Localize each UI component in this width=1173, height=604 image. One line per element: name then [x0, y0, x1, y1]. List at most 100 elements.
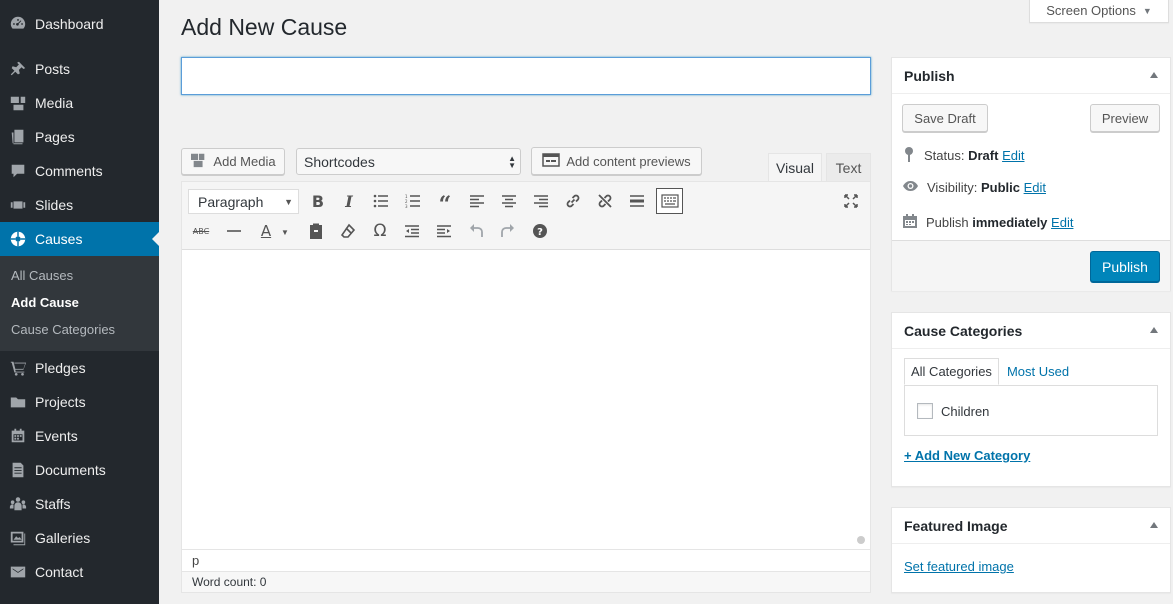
- publish-label: Publish: [926, 215, 969, 230]
- categories-box-header[interactable]: Cause Categories: [892, 313, 1170, 349]
- menu-item-posts[interactable]: Posts: [0, 52, 159, 86]
- menu-item-dashboard[interactable]: Dashboard: [0, 7, 159, 41]
- paste-text-icon[interactable]: [304, 219, 328, 243]
- align-center-icon[interactable]: [497, 189, 521, 213]
- resize-handle[interactable]: [857, 536, 865, 544]
- preview-window-icon: [542, 152, 561, 170]
- menu-label: Pledges: [35, 360, 86, 376]
- featured-image-header[interactable]: Featured Image: [892, 508, 1170, 544]
- pin-icon: [8, 59, 28, 79]
- special-character-icon[interactable]: Ω: [368, 219, 392, 243]
- svg-text:?: ?: [537, 227, 543, 238]
- svg-text:3: 3: [405, 204, 408, 208]
- save-draft-button[interactable]: Save Draft: [902, 104, 988, 132]
- bold-icon[interactable]: B: [306, 189, 330, 213]
- editor-content-area[interactable]: [182, 250, 870, 549]
- submenu-all-causes[interactable]: All Causes: [0, 262, 159, 289]
- pin-icon: [902, 146, 916, 165]
- publish-box-header[interactable]: Publish: [892, 58, 1170, 94]
- format-select[interactable]: Paragraph ▼: [188, 189, 299, 214]
- menu-item-pages[interactable]: Pages: [0, 120, 159, 154]
- read-more-icon[interactable]: [625, 189, 649, 213]
- menu-item-slides[interactable]: Slides: [0, 188, 159, 222]
- add-new-category-link[interactable]: + Add New Category: [904, 448, 1030, 463]
- menu-item-projects[interactable]: Projects: [0, 385, 159, 419]
- menu-item-comments[interactable]: Comments: [0, 154, 159, 188]
- menu-item-causes[interactable]: Causes: [0, 222, 159, 256]
- menu-label: Comments: [35, 163, 103, 179]
- collapse-arrow-icon[interactable]: [1150, 522, 1158, 528]
- category-label: Children: [941, 403, 990, 419]
- menu-item-staffs[interactable]: Staffs: [0, 487, 159, 521]
- tab-text[interactable]: Text: [826, 153, 871, 181]
- add-media-button[interactable]: Add Media: [181, 148, 285, 175]
- tab-all-categories[interactable]: All Categories: [904, 358, 999, 385]
- menu-label: Posts: [35, 61, 71, 77]
- outdent-icon[interactable]: [400, 219, 424, 243]
- word-count: Word count: 0: [182, 571, 870, 592]
- cart-icon: [8, 358, 28, 378]
- media-icon: [8, 93, 28, 113]
- schedule-row: Publish immediately Edit: [902, 213, 1073, 232]
- category-tabs: All Categories Most Used: [904, 358, 1075, 385]
- edit-schedule-link[interactable]: Edit: [1051, 215, 1073, 230]
- set-featured-image-link[interactable]: Set featured image: [904, 559, 1014, 574]
- screen-options-button[interactable]: Screen Options ▼: [1029, 0, 1169, 23]
- edit-status-link[interactable]: Edit: [1002, 148, 1024, 163]
- shortcodes-label: Shortcodes: [304, 153, 375, 170]
- tab-most-used[interactable]: Most Used: [999, 358, 1075, 385]
- collapse-arrow-icon[interactable]: [1150, 72, 1158, 78]
- featured-image-title: Featured Image: [904, 517, 1008, 534]
- menu-item-documents[interactable]: Documents: [0, 453, 159, 487]
- link-icon[interactable]: [561, 189, 585, 213]
- align-right-icon[interactable]: [529, 189, 553, 213]
- publish-button[interactable]: Publish: [1090, 251, 1160, 282]
- indent-icon[interactable]: [432, 219, 456, 243]
- caret-down-icon[interactable]: ▼: [278, 220, 292, 244]
- menu-label: Slides: [35, 197, 74, 213]
- horizontal-line-icon[interactable]: [222, 219, 246, 243]
- menu-item-events[interactable]: Events: [0, 419, 159, 453]
- editor-toolbar: Paragraph ▼ B I 123 “ ABC A ▼ Ω ?: [182, 182, 870, 250]
- title-input[interactable]: [181, 57, 871, 95]
- text-color-icon[interactable]: A: [254, 219, 278, 243]
- strikethrough-icon[interactable]: ABC: [189, 219, 213, 243]
- clear-formatting-icon[interactable]: [336, 219, 360, 243]
- toolbar-toggle-icon[interactable]: [656, 188, 683, 214]
- preview-button[interactable]: Preview: [1090, 104, 1160, 132]
- page-title: Add New Cause: [181, 14, 348, 40]
- tab-visual[interactable]: Visual: [768, 153, 822, 181]
- bullet-list-icon[interactable]: [369, 189, 393, 213]
- submenu-add-cause[interactable]: Add Cause: [0, 289, 159, 316]
- edit-visibility-link[interactable]: Edit: [1024, 180, 1046, 195]
- add-content-previews-button[interactable]: Add content previews: [531, 147, 702, 175]
- undo-icon[interactable]: [464, 219, 488, 243]
- help-icon[interactable]: ?: [528, 219, 552, 243]
- category-checklist: Children: [904, 385, 1158, 436]
- align-left-icon[interactable]: [465, 189, 489, 213]
- category-checkbox[interactable]: [917, 403, 933, 419]
- publish-when: immediately: [972, 215, 1048, 230]
- menu-label: Projects: [35, 394, 86, 410]
- visibility-row: Visibility: Public Edit: [902, 180, 1046, 195]
- shortcodes-select[interactable]: Shortcodes ▲ ▼: [296, 148, 521, 175]
- publish-actions: Publish: [892, 240, 1170, 291]
- media-icon: [190, 152, 208, 171]
- submenu-cause-categories[interactable]: Cause Categories: [0, 316, 159, 343]
- caret-down-icon: ▼: [284, 196, 293, 207]
- redo-icon[interactable]: [496, 219, 520, 243]
- menu-label: Pages: [35, 129, 75, 145]
- italic-icon[interactable]: I: [337, 189, 361, 213]
- collapse-arrow-icon[interactable]: [1150, 327, 1158, 333]
- category-item[interactable]: Children: [917, 403, 989, 419]
- numbered-list-icon[interactable]: 123: [401, 189, 425, 213]
- blockquote-icon[interactable]: “: [433, 189, 457, 218]
- menu-item-media[interactable]: Media: [0, 86, 159, 120]
- menu-item-pledges[interactable]: Pledges: [0, 351, 159, 385]
- add-media-label: Add Media: [213, 154, 276, 169]
- unlink-icon[interactable]: [593, 189, 617, 213]
- causes-icon: [8, 229, 28, 249]
- fullscreen-icon[interactable]: [839, 189, 863, 213]
- menu-item-galleries[interactable]: Galleries: [0, 521, 159, 555]
- menu-item-contact[interactable]: Contact: [0, 555, 159, 589]
